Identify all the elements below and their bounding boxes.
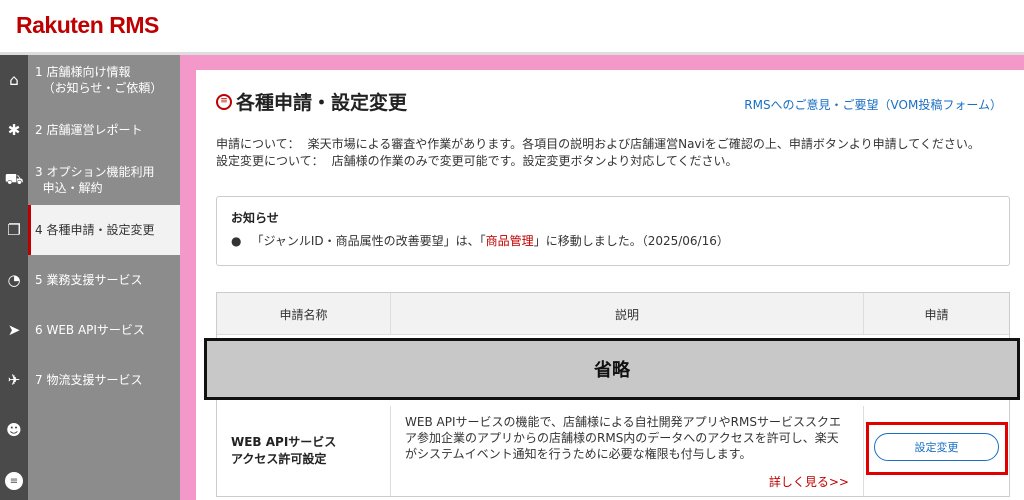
header-description: 説明 bbox=[391, 293, 864, 335]
omitted-banner: 省略 bbox=[204, 338, 1020, 400]
row-name: WEB APIサービス アクセス許可設定 bbox=[217, 406, 391, 496]
header-name: 申請名称 bbox=[217, 293, 391, 335]
window-icon: ❐ bbox=[7, 221, 21, 239]
gear-icon: ✱ bbox=[7, 121, 21, 139]
notice-title: お知らせ bbox=[231, 211, 279, 225]
feedback-link[interactable]: RMSへのご意見・ご要望（VOM投稿フォーム） bbox=[744, 96, 1002, 113]
product-management-link[interactable]: 商品管理 bbox=[486, 234, 534, 248]
paper-plane-icon: ➤ bbox=[7, 321, 21, 339]
users-icon: ☻ bbox=[6, 421, 22, 439]
sidebar-item-label: 2 店舗運営レポート bbox=[35, 123, 143, 137]
rakuten-rms-logo[interactable]: Rakuten RMS bbox=[16, 12, 159, 39]
page-title: 各種申請・設定変更 bbox=[236, 92, 408, 114]
settings-change-button[interactable]: 設定変更 bbox=[874, 433, 999, 461]
list-icon: ≡ bbox=[216, 93, 232, 110]
sidebar-item-5[interactable]: ◔ 5 業務支援サービス bbox=[0, 255, 180, 305]
sidebar-item-users[interactable]: ☻ bbox=[0, 405, 180, 455]
cart-icon: ⛟ bbox=[4, 170, 24, 188]
sidebar-item-label: 3 オプション機能利用 申込・解約 bbox=[35, 165, 155, 195]
sidebar-item-label: 5 業務支援サービス bbox=[35, 273, 143, 287]
header: Rakuten RMS bbox=[0, 0, 1024, 54]
page-description: 申請について： 楽天市場による審査や作業があります。各項目の説明および店舗運営Na… bbox=[216, 137, 980, 168]
sidebar-item-6[interactable]: ➤ 6 WEB APIサービス bbox=[0, 305, 180, 355]
page-title-row: ≡ 各種申請・設定変更 bbox=[216, 88, 407, 115]
sidebar-item-label: 1 店舗様向け情報 （お知らせ・ご依頼） bbox=[35, 65, 163, 95]
sidebar-item-label: 7 物流支援サービス bbox=[35, 373, 143, 387]
table-header: 申請名称 説明 申請 bbox=[217, 293, 1009, 335]
sidebar-item-4[interactable]: ❐ 4 各種申請・設定変更 bbox=[0, 205, 180, 255]
row-description: WEB APIサービスの機能で、店舗様による自社開発アプリやRMSサービススクエ… bbox=[391, 406, 864, 496]
sidebar-item-2[interactable]: ✱ 2 店舗運営レポート bbox=[0, 105, 180, 155]
menu-icon[interactable]: ≡ bbox=[5, 472, 23, 490]
pie-chart-icon: ◔ bbox=[7, 271, 21, 289]
notice-item: ● 「ジャンルID・商品属性の改善要望」は、「商品管理」に移動しました。（2025… bbox=[231, 234, 729, 248]
sidebar-item-7[interactable]: ✈ 7 物流支援サービス bbox=[0, 355, 180, 405]
header-application: 申請 bbox=[924, 307, 949, 322]
sidebar-item-label: 4 各種申請・設定変更 bbox=[35, 223, 155, 237]
sidebar-item-3[interactable]: ⛟ 3 オプション機能利用 申込・解約 bbox=[0, 155, 180, 205]
sidebar-item-1[interactable]: ⌂ 1 店舗様向け情報 （お知らせ・ご依頼） bbox=[0, 55, 180, 105]
sidebar-item-label: 6 WEB APIサービス bbox=[35, 323, 145, 337]
rocket-icon: ✈ bbox=[7, 371, 21, 389]
see-more-link[interactable]: 詳しく見る>> bbox=[769, 474, 849, 490]
notice-box: お知らせ ● 「ジャンルID・商品属性の改善要望」は、「商品管理」に移動しました。… bbox=[216, 196, 1010, 266]
home-icon: ⌂ bbox=[9, 71, 19, 89]
